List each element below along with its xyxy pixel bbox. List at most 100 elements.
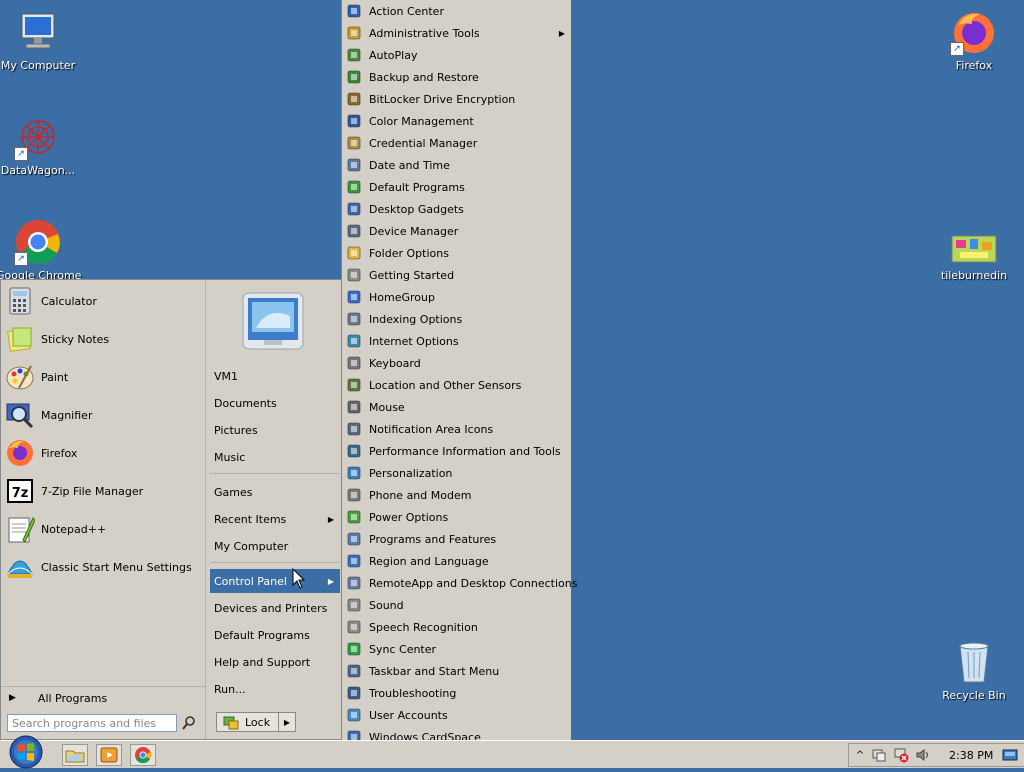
search-input[interactable] [8, 715, 176, 731]
performance-icon [346, 443, 362, 459]
program-7zip[interactable]: 7z 7-Zip File Manager [5, 473, 201, 509]
program-label: 7-Zip File Manager [41, 484, 144, 498]
cp-item-sound[interactable]: Sound [342, 594, 571, 616]
cp-item-region-and-language[interactable]: Region and Language [342, 550, 571, 572]
lock-button[interactable]: Lock ▶ [216, 712, 296, 732]
calculator-icon [5, 286, 35, 316]
desktop-icon-label: Recycle Bin [942, 689, 1006, 702]
start-button[interactable] [4, 735, 48, 769]
desktop-icon-my-computer[interactable]: My Computer [0, 8, 80, 72]
cp-item-color-management[interactable]: Color Management [342, 110, 571, 132]
place-my-computer[interactable]: My Computer [210, 535, 340, 557]
cp-item-location-and-other-sensors[interactable]: Location and Other Sensors [342, 374, 571, 396]
place-music[interactable]: Music [210, 446, 340, 468]
cp-item-remoteapp-and-desktop-connections[interactable]: RemoteApp and Desktop Connections [342, 572, 577, 594]
program-notepadpp[interactable]: Notepad++ [5, 511, 201, 547]
program-firefox[interactable]: Firefox [5, 435, 201, 471]
place-vm1[interactable]: VM1 [210, 365, 340, 387]
autoplay-icon [346, 47, 362, 63]
program-paint[interactable]: Paint [5, 359, 201, 395]
place-help-and-support[interactable]: Help and Support [210, 651, 340, 673]
action-center-icon[interactable] [871, 747, 889, 763]
cp-item-power-options[interactable]: Power Options [342, 506, 571, 528]
desktop-icon-datawagon[interactable]: ↗ DataWagon... [0, 113, 80, 177]
desktop-icon-firefox[interactable]: ↗ Firefox [932, 8, 1016, 72]
lock-label: Lock [245, 715, 271, 729]
cp-item-internet-options[interactable]: Internet Options [342, 330, 571, 352]
cp-item-label: Taskbar and Start Menu [369, 664, 500, 678]
desktop-icon-google-chrome[interactable]: ↗ Google Chrome [0, 218, 81, 282]
cp-item-backup-and-restore[interactable]: Backup and Restore [342, 66, 571, 88]
taskbar-media-player-button[interactable] [96, 744, 122, 766]
mouse-icon [346, 399, 362, 415]
cp-item-label: HomeGroup [369, 290, 435, 304]
cp-item-label: Sound [369, 598, 404, 612]
place-devices-and-printers[interactable]: Devices and Printers [210, 597, 340, 619]
place-control-panel[interactable]: Control Panel ▶ [210, 569, 340, 593]
cp-item-taskbar-and-start-menu[interactable]: Taskbar and Start Menu [342, 660, 571, 682]
search-box [7, 714, 177, 732]
cp-item-getting-started[interactable]: Getting Started [342, 264, 571, 286]
cp-item-troubleshooting[interactable]: Troubleshooting [342, 682, 571, 704]
cp-item-notification-area-icons[interactable]: Notification Area Icons [342, 418, 571, 440]
cp-item-label: Sync Center [369, 642, 437, 656]
cp-item-administrative-tools[interactable]: Administrative Tools ▶ [342, 22, 571, 44]
cp-item-credential-manager[interactable]: Credential Manager [342, 132, 571, 154]
volume-icon[interactable] [915, 747, 933, 763]
cp-item-autoplay[interactable]: AutoPlay [342, 44, 571, 66]
program-sticky-notes[interactable]: Sticky Notes [5, 321, 201, 357]
program-calculator[interactable]: Calculator [5, 283, 201, 319]
cp-item-label: Troubleshooting [369, 686, 457, 700]
cp-item-sync-center[interactable]: Sync Center [342, 638, 571, 660]
cp-item-indexing-options[interactable]: Indexing Options [342, 308, 571, 330]
power-icon [346, 509, 362, 525]
all-programs-button[interactable]: ▶ All Programs [1, 686, 205, 709]
program-classic-start-menu-settings[interactable]: Classic Start Menu Settings [5, 549, 201, 585]
cp-item-date-and-time[interactable]: Date and Time [342, 154, 571, 176]
place-default-programs[interactable]: Default Programs [210, 624, 340, 646]
sensor-icon [346, 377, 362, 393]
cp-item-action-center[interactable]: Action Center [342, 0, 571, 22]
svg-text:7z: 7z [12, 486, 29, 501]
cp-item-desktop-gadgets[interactable]: Desktop Gadgets [342, 198, 571, 220]
cp-item-label: Location and Other Sensors [369, 378, 522, 392]
place-label: Control Panel [214, 574, 287, 588]
network-disconnected-icon[interactable] [893, 747, 911, 763]
desktop-icon-label: DataWagon... [0, 164, 76, 177]
classic-shell-icon [5, 552, 35, 582]
taskbar-explorer-button[interactable] [62, 744, 88, 766]
cp-item-label: Keyboard [369, 356, 421, 370]
show-hidden-icons-button[interactable]: ^ [853, 750, 867, 761]
search-icon[interactable] [181, 715, 197, 731]
homegroup-icon [346, 289, 362, 305]
place-games[interactable]: Games [210, 481, 340, 503]
lock-options-button[interactable]: ▶ [278, 713, 295, 731]
cp-item-programs-and-features[interactable]: Programs and Features [342, 528, 571, 550]
cp-item-speech-recognition[interactable]: Speech Recognition [342, 616, 571, 638]
cp-item-phone-and-modem[interactable]: Phone and Modem [342, 484, 571, 506]
cp-item-bitlocker-drive-encryption[interactable]: BitLocker Drive Encryption [342, 88, 571, 110]
lock-icon [223, 714, 239, 730]
clock[interactable]: 2:38 PM [949, 749, 993, 762]
cp-item-personalization[interactable]: Personalization [342, 462, 571, 484]
cp-item-user-accounts[interactable]: User Accounts [342, 704, 571, 726]
desktop-icon-tileburnedin[interactable]: tileburnedin [932, 226, 1016, 282]
program-magnifier[interactable]: Magnifier [5, 397, 201, 433]
media-player-icon [100, 747, 118, 763]
taskbar-chrome-button[interactable] [130, 744, 156, 766]
cp-item-homegroup[interactable]: HomeGroup [342, 286, 571, 308]
cp-item-device-manager[interactable]: Device Manager [342, 220, 571, 242]
place-pictures[interactable]: Pictures [210, 419, 340, 441]
cp-item-performance-information-and-tools[interactable]: Performance Information and Tools [342, 440, 571, 462]
place-recent-items[interactable]: Recent Items ▶ [210, 508, 340, 530]
show-desktop-icon[interactable] [1002, 747, 1020, 763]
cp-item-keyboard[interactable]: Keyboard [342, 352, 571, 374]
cp-item-mouse[interactable]: Mouse [342, 396, 571, 418]
place-run[interactable]: Run... [210, 678, 340, 700]
place-documents[interactable]: Documents [210, 392, 340, 414]
desktop-icon-recycle-bin[interactable]: Recycle Bin [932, 638, 1016, 702]
cp-item-folder-options[interactable]: Folder Options [342, 242, 571, 264]
cp-item-default-programs[interactable]: Default Programs [342, 176, 571, 198]
sync-icon [346, 641, 362, 657]
cp-item-label: Performance Information and Tools [369, 444, 561, 458]
